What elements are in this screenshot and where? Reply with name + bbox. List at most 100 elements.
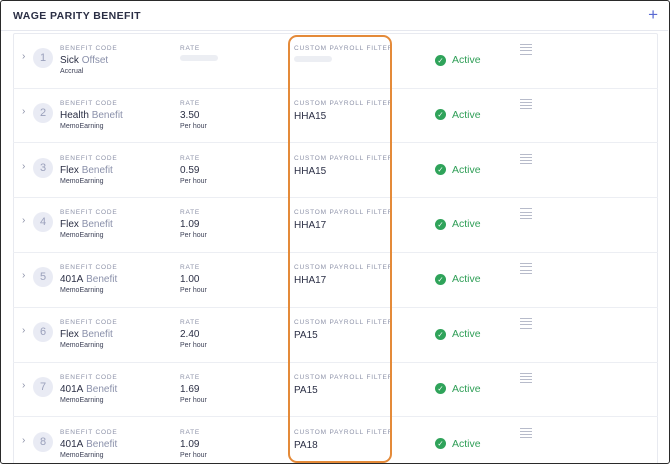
status-text: Active <box>452 382 481 395</box>
benefit-code-main: Flex <box>60 329 79 340</box>
benefit-code-label: BENEFIT CODE <box>60 209 118 217</box>
custom-payroll-filter-label: CUSTOM PAYROLL FILTER <box>294 45 394 52</box>
row-number: 6 <box>33 322 53 342</box>
benefit-code-main: Flex <box>60 219 79 231</box>
check-circle-icon: ✓ <box>435 218 446 230</box>
benefit-row[interactable]: › 3 BENEFIT CODE Flex Benefit MemoEarning RAT… <box>13 144 658 199</box>
status-badge: ✓ Active <box>435 273 481 285</box>
benefit-row[interactable]: › 6 BENEFIT CODE Flex Benefit MemoEarning RAT… <box>13 308 658 363</box>
benefit-row[interactable]: › 5 BENEFIT CODE 401A Benefit MemoEarning RAT… <box>13 253 658 308</box>
benefit-code: Flex Benefit <box>60 329 113 340</box>
drag-handle-icon[interactable] <box>520 263 532 276</box>
rate-value: 0.59 <box>180 164 200 176</box>
panel-title: WAGE PARITY BENEFIT <box>13 9 141 22</box>
benefit-code-sub: Offset <box>81 55 109 66</box>
benefit-code-main: Health <box>60 109 89 121</box>
plus-icon[interactable]: + <box>648 6 658 24</box>
benefit-code-label: BENEFIT CODE <box>60 373 118 381</box>
panel-header: WAGE PARITY BENEFIT + <box>1 1 668 31</box>
check-circle-icon: ✓ <box>435 438 446 450</box>
status-badge: ✓ Active <box>435 383 481 395</box>
wage-parity-panel: WAGE PARITY BENEFIT + › 1 BENEFIT CODE Sick… <box>0 0 670 464</box>
status-badge: ✓ Active <box>435 218 481 230</box>
benefit-code: Sick Offset <box>60 55 108 66</box>
benefit-code-sub: Benefit <box>81 164 113 176</box>
benefit-code-main: 401A <box>60 383 84 395</box>
drag-handle-icon[interactable] <box>520 44 532 57</box>
benefit-code-main: 401A <box>60 274 84 286</box>
status-text: Active <box>452 54 481 66</box>
rate-label: RATE <box>180 428 201 436</box>
benefit-row[interactable]: › 4 BENEFIT CODE Flex Benefit MemoEarning RAT… <box>13 198 658 253</box>
row-number: 4 <box>33 212 53 233</box>
chevron-right-icon[interactable]: › <box>22 51 25 62</box>
rate-label: RATE <box>180 319 201 326</box>
benefit-code: Health Benefit <box>60 110 123 121</box>
custom-payroll-filter-value: HHA15 <box>294 110 327 122</box>
rate-unit: Per hour <box>180 177 207 185</box>
benefit-code-sub: Benefit <box>86 438 118 450</box>
custom-payroll-filter-value: HHA17 <box>294 220 327 232</box>
drag-handle-icon[interactable] <box>520 427 532 441</box>
custom-payroll-filter-label: CUSTOM PAYROLL FILTER <box>294 373 394 381</box>
custom-payroll-filter-value: PA18 <box>294 439 318 451</box>
benefit-type: MemoEarning <box>60 451 104 459</box>
benefit-code-sub: Benefit <box>81 219 113 231</box>
rate-label: RATE <box>180 154 201 162</box>
custom-payroll-filter-value: HHA15 <box>294 165 327 177</box>
benefit-type: MemoEarning <box>60 287 104 295</box>
check-circle-icon: ✓ <box>435 383 446 395</box>
check-circle-icon: ✓ <box>435 164 446 176</box>
benefit-code-main: Sick <box>60 55 79 66</box>
drag-handle-icon[interactable] <box>520 153 532 167</box>
rate-value: 1.09 <box>180 219 200 231</box>
custom-payroll-filter-value: HHA17 <box>294 275 327 287</box>
drag-handle-icon[interactable] <box>520 318 532 331</box>
status-text: Active <box>452 218 481 231</box>
custom-payroll-filter-value: PA15 <box>294 330 318 341</box>
rate-value: 1.69 <box>180 383 200 395</box>
benefit-row[interactable]: › 2 BENEFIT CODE Health Benefit MemoEarning R… <box>13 89 658 144</box>
benefit-code-sub: Benefit <box>86 383 118 395</box>
benefit-type: MemoEarning <box>60 342 104 349</box>
benefit-code-sub: Benefit <box>86 274 118 286</box>
rate-unit: Per hour <box>180 396 207 404</box>
chevron-right-icon[interactable]: › <box>22 380 25 391</box>
benefit-row[interactable]: › 8 BENEFIT CODE 401A Benefit MemoEarning RAT… <box>13 418 658 463</box>
row-number: 8 <box>33 431 53 452</box>
rate-value: 1.00 <box>180 274 200 286</box>
chevron-right-icon[interactable]: › <box>22 325 25 336</box>
chevron-right-icon[interactable]: › <box>22 161 25 172</box>
rate-unit: Per hour <box>180 451 207 459</box>
benefit-row[interactable]: › 7 BENEFIT CODE 401A Benefit MemoEarning RAT… <box>13 363 658 418</box>
status-text: Active <box>452 437 481 450</box>
rate-value: 3.50 <box>180 109 200 121</box>
rate-placeholder <box>180 55 218 61</box>
chevron-right-icon[interactable]: › <box>22 215 25 226</box>
chevron-right-icon[interactable]: › <box>22 435 25 446</box>
drag-handle-icon[interactable] <box>520 208 532 221</box>
chevron-right-icon[interactable]: › <box>22 270 25 281</box>
check-circle-icon: ✓ <box>435 54 446 66</box>
benefit-code-label: BENEFIT CODE <box>60 319 118 326</box>
benefit-code-label: BENEFIT CODE <box>60 264 118 272</box>
status-badge: ✓ Active <box>435 54 481 66</box>
custom-payroll-filter-label: CUSTOM PAYROLL FILTER <box>294 154 394 162</box>
benefit-code: 401A Benefit <box>60 274 117 285</box>
rate-unit: Per hour <box>180 287 207 295</box>
rate-label: RATE <box>180 209 201 217</box>
status-badge: ✓ Active <box>435 109 481 121</box>
status-text: Active <box>452 328 481 340</box>
benefit-type: MemoEarning <box>60 396 104 404</box>
row-number: 1 <box>33 48 53 68</box>
drag-handle-icon[interactable] <box>520 98 532 112</box>
row-number: 5 <box>33 267 53 288</box>
benefit-code-label: BENEFIT CODE <box>60 99 118 107</box>
benefit-row[interactable]: › 1 BENEFIT CODE Sick Offset Accrual RATE CUST… <box>13 34 658 89</box>
custom-payroll-filter-label: CUSTOM PAYROLL FILTER <box>294 319 394 326</box>
drag-handle-icon[interactable] <box>520 372 532 386</box>
check-circle-icon: ✓ <box>435 109 446 121</box>
row-number: 2 <box>33 102 53 123</box>
chevron-right-icon[interactable]: › <box>22 106 25 117</box>
benefit-code: 401A Benefit <box>60 439 117 450</box>
